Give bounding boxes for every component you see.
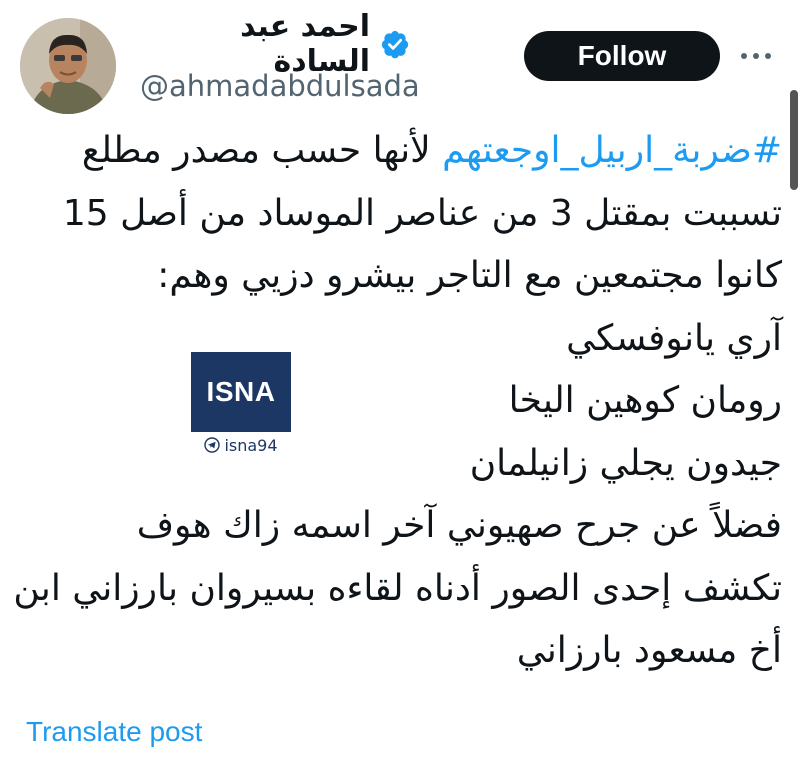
tweet-line: فضلاً عن جرح صهيوني آخر اسمه زاك هوف	[136, 505, 782, 546]
isna-channel-name: isna94	[224, 435, 278, 455]
tweet-line: آري يانوفسكي	[566, 317, 782, 359]
avatar-image	[20, 18, 116, 114]
follow-button[interactable]: Follow	[524, 31, 720, 81]
avatar[interactable]	[20, 18, 116, 114]
translate-post-link[interactable]: Translate post	[26, 712, 202, 752]
scrollbar[interactable]	[788, 0, 800, 200]
tweet-line-text: لأنها حسب مصدر مطلع	[81, 130, 443, 171]
tweet-line: تكشف إحدى الصور أدناه لقاءه بسيروان بارز…	[13, 567, 782, 609]
tweet-line: #ضربة_اربيل_اوجعتهم لأنها حسب مصدر مطلع	[20, 120, 782, 183]
author-handle[interactable]: @ahmadabdulsada	[140, 66, 420, 106]
hashtag-link[interactable]: #ضربة_اربيل_اوجعتهم	[442, 130, 782, 171]
telegram-icon	[204, 437, 221, 453]
isna-channel-tag: isna94	[191, 434, 291, 456]
scrollbar-thumb[interactable]	[790, 90, 798, 190]
tweet-text: #ضربة_اربيل_اوجعتهم لأنها حسب مصدر مطلع …	[13, 120, 782, 683]
dot	[753, 53, 759, 59]
author-name-row[interactable]: احمد عبد السادة	[140, 9, 410, 79]
tweet-line: أخ مسعود بارزاني	[516, 630, 782, 671]
tweet-line: تسببت بمقتل 3 من عناصر الموساد من أصل 15	[62, 192, 782, 234]
isna-logo: ISNA	[191, 352, 291, 432]
tweet-line: جيدون يجلي زانيلمان	[469, 442, 782, 484]
dot	[741, 53, 747, 59]
tweet-line: رومان كوهين اليخا	[508, 380, 782, 421]
verified-badge-icon	[381, 30, 409, 59]
more-options-icon[interactable]	[738, 38, 774, 74]
dot	[765, 53, 771, 59]
tweet-line: كانوا مجتمعين مع التاجر بيشرو دزيي وهم:	[157, 255, 782, 296]
